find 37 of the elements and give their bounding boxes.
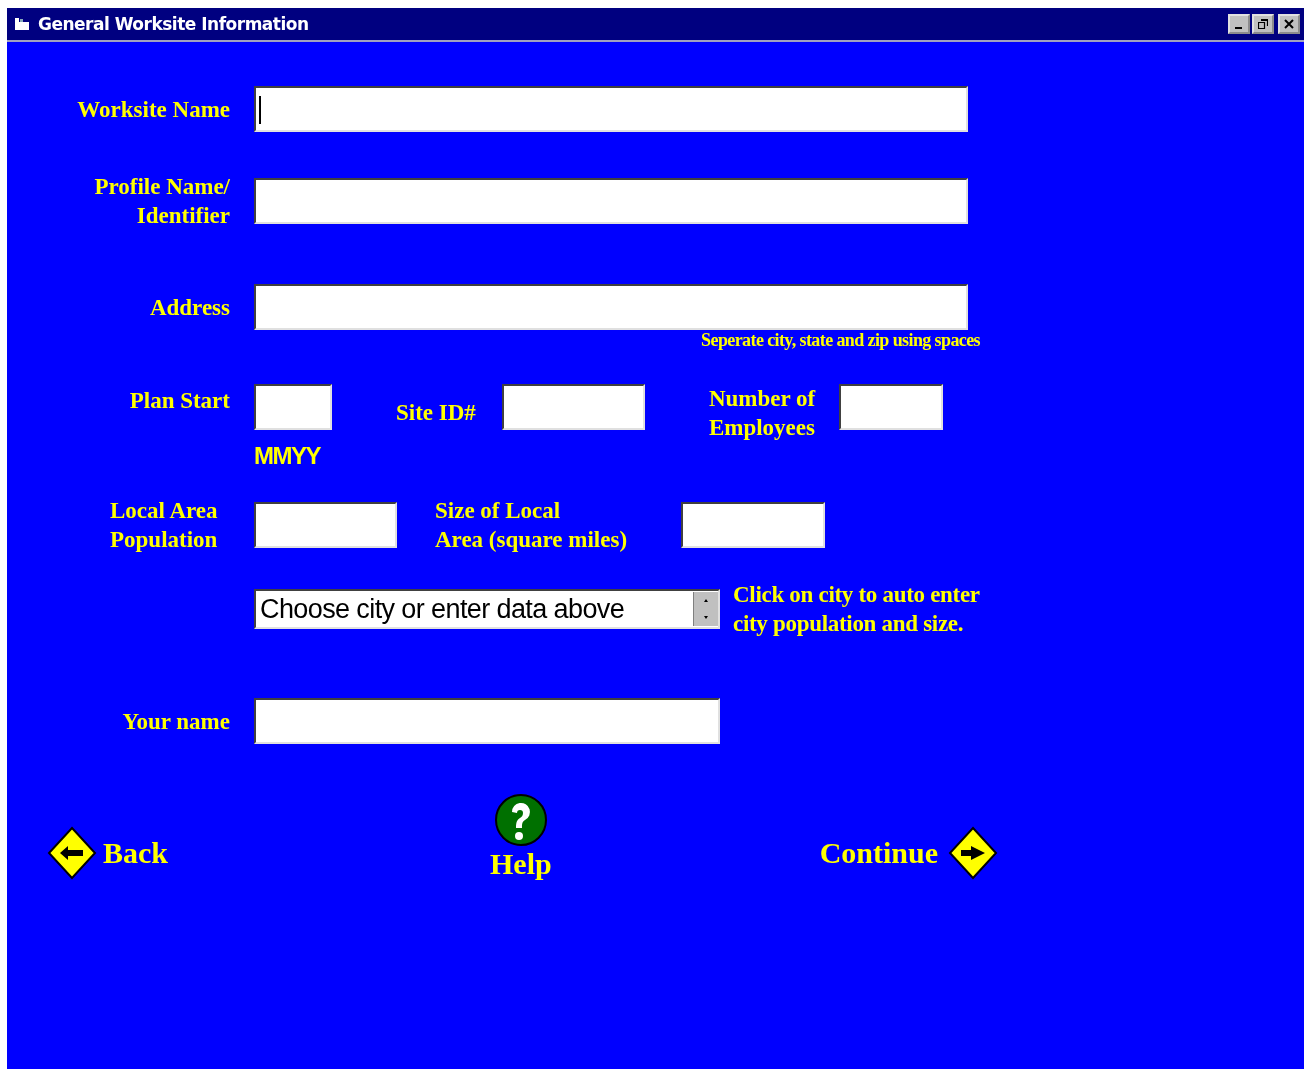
city-dropdown[interactable]: Choose city or enter data above [254, 589, 720, 629]
field-label: Profile Name/ Identifier [93, 173, 230, 230]
minimize-icon [1234, 27, 1242, 29]
field-label: Your name [121, 707, 230, 736]
input-field[interactable] [254, 384, 332, 430]
field-label: Local Area Population [110, 497, 219, 554]
input-field[interactable] [254, 698, 720, 744]
input-field[interactable] [501, 384, 645, 430]
help-icon [493, 792, 548, 848]
restore-button[interactable] [1252, 14, 1274, 34]
field-label: Size of Local Area (square miles) [435, 497, 629, 554]
continue-button[interactable]: Continue [819, 826, 999, 880]
app-icon [14, 17, 30, 31]
city-hint: Click on city to auto enter city population and size. [733, 581, 980, 638]
input-field[interactable] [254, 502, 397, 548]
help-button[interactable]: Help [490, 792, 552, 880]
input-field[interactable] [254, 178, 968, 224]
field-label: Number of Employees [708, 385, 816, 442]
input-field[interactable] [254, 284, 968, 330]
input-field[interactable] [681, 502, 825, 548]
input-field[interactable] [839, 384, 944, 430]
back-button[interactable]: Back [47, 826, 168, 880]
close-icon [1284, 19, 1294, 29]
field-label: Worksite Name [76, 95, 230, 124]
left-arrow-sign-icon [47, 826, 97, 880]
restore-icon [1258, 19, 1268, 29]
format-hint: MMYY [254, 442, 320, 470]
right-arrow-sign-icon [948, 826, 999, 880]
minimize-button[interactable] [1228, 14, 1250, 34]
window-title: General Worksite Information [38, 14, 310, 34]
field-hint: Seperate city, state and zip using spaces [701, 330, 980, 350]
field-label: Site ID# [396, 399, 476, 427]
text-cursor [259, 96, 261, 124]
close-button[interactable] [1278, 14, 1300, 34]
field-label: Address [148, 293, 230, 322]
field-label: Plan Start [128, 387, 230, 415]
input-field[interactable] [254, 86, 968, 132]
